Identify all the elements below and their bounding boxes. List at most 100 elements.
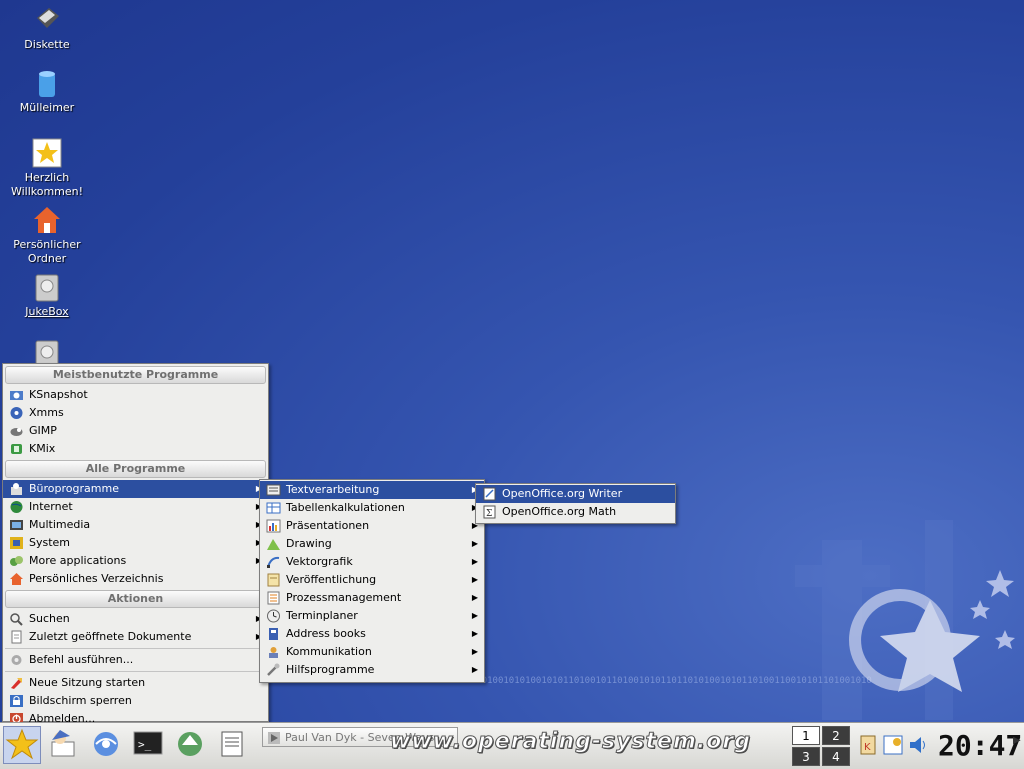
menu-item-kmix[interactable]: KMix [3,440,268,458]
menu-item-terminplaner[interactable]: Terminplaner ▶ [260,607,484,625]
submenu-arrow-icon: ▶ [471,539,478,548]
menu-item-kommunikation[interactable]: Kommunikation ▶ [260,643,484,661]
menu-item-search[interactable]: Suchen ▶ [3,610,268,628]
menu-item-label: System [29,536,71,549]
menu-separator [5,671,266,672]
terminal-launcher[interactable]: >_ [130,726,168,764]
menu-item-veroeffentlichung[interactable]: Veröffentlichung ▶ [260,571,484,589]
klipper-tray-icon[interactable]: K [858,733,878,757]
home-icon [10,573,23,585]
menu-item-label: Textverarbeitung [286,483,380,496]
utilities-icon [267,663,280,676]
pager-desktop-1[interactable]: 1 [792,726,820,745]
menu-item-label: Prozessmanagement [286,591,402,604]
desktop-icon-welcome[interactable]: Herzlich Willkommen! [5,137,89,199]
writer-launcher[interactable] [214,726,252,764]
volume-tray-icon[interactable] [908,733,928,757]
menu-item-label: Persönliches Verzeichnis [29,572,164,585]
menu-item-recent-documents[interactable]: Zuletzt geöffnete Dokumente ▶ [3,628,268,646]
taskbar: >_ Paul Van Dyk - Seven Ways www.operati… [0,722,1024,769]
publishing-icon [267,573,280,587]
svg-text:K: K [864,742,871,753]
menu-item-label: Internet [29,500,73,513]
menu-item-system[interactable]: System ▶ [3,534,268,552]
kde-help-icon [51,730,75,757]
menu-item-xmms[interactable]: Xmms [3,404,268,422]
welcome-star-icon [32,138,62,168]
process-icon [267,591,280,605]
menu-item-praesentationen[interactable]: Präsentationen ▶ [260,517,484,535]
clock[interactable]: 20:47 [938,727,1022,765]
menu-item-drawing[interactable]: Drawing ▶ [260,535,484,553]
menu-item-more-applications[interactable]: More applications ▶ [3,552,268,570]
menu-item-openoffice-math[interactable]: Σ OpenOffice.org Math [476,503,675,521]
menu-item-prozessmanagement[interactable]: Prozessmanagement ▶ [260,589,484,607]
k-menu-star-icon [5,728,39,760]
menu-item-label: Zuletzt geöffnete Dokumente [29,630,192,643]
kget-icon [178,732,202,756]
menu-item-lock-screen[interactable]: Bildschirm sperren [3,692,268,710]
konqueror-icon [94,732,118,756]
submenu-arrow-icon: ▶ [471,629,478,638]
menu-item-tabellenkalkulationen[interactable]: Tabellenkalkulationen ▶ [260,499,484,517]
pager-desktop-3[interactable]: 3 [792,747,820,766]
menu-item-label: OpenOffice.org Math [502,505,617,518]
k-menu-button[interactable] [3,726,41,764]
xmms-icon [10,407,23,419]
menu-item-label: KMix [29,442,56,455]
writer-icon [221,731,243,757]
new-session-icon [11,678,22,689]
text-submenu: OpenOffice.org Writer Σ OpenOffice.org M… [475,483,676,524]
menu-item-new-session[interactable]: Neue Sitzung starten [3,674,268,692]
menu-item-label: Bildschirm sperren [29,694,132,707]
desktop-pager: 1 2 3 4 [792,726,850,766]
menu-item-internet[interactable]: Internet ▶ [3,498,268,516]
section-actions: Aktionen [5,590,266,608]
submenu-arrow-icon: ▶ [471,575,478,584]
menu-item-gimp[interactable]: GIMP [3,422,268,440]
desktop-icon-jukebox[interactable]: JukeBox [5,271,89,319]
submenu-arrow-icon: ▶ [471,611,478,620]
menu-item-personal-folder[interactable]: Persönliches Verzeichnis [3,570,268,588]
pager-desktop-4[interactable]: 4 [822,747,850,766]
menu-item-label: Neue Sitzung starten [29,676,146,689]
desktop-icon-trash[interactable]: Mülleimer [5,67,89,115]
menu-item-address-books[interactable]: Address books ▶ [260,625,484,643]
word-processor-icon [266,484,281,496]
panel-hide-arrow-icon[interactable]: ▶ [1013,735,1021,746]
menu-item-vektorgrafik[interactable]: Vektorgrafik ▶ [260,553,484,571]
terminal-icon: >_ [133,731,163,755]
desktop-icon-diskette[interactable]: Diskette [5,4,89,52]
menu-item-bueroprogramme[interactable]: Büroprogramme ▶ [3,480,268,498]
submenu-arrow-icon: ▶ [471,665,478,674]
harddisk-icon [35,274,59,302]
menu-item-openoffice-writer[interactable]: OpenOffice.org Writer [476,485,675,503]
svg-text:>_: >_ [138,738,152,751]
section-most-used: Meistbenutzte Programme [5,366,266,384]
pager-desktop-2[interactable]: 2 [822,726,850,745]
math-icon: Σ [483,505,496,519]
menu-item-label: Drawing [286,537,332,550]
desktop-icon-label: Herzlich Willkommen! [10,171,84,198]
desktop-icon-home[interactable]: Persönlicher Ordner [5,204,89,266]
menu-item-label: Multimedia [29,518,91,531]
k-menu: Meistbenutzte Programme KSnapshot Xmms G… [2,363,269,725]
menu-item-label: Address books [286,627,366,640]
section-all-programs: Alle Programme [5,460,266,478]
konqueror-launcher[interactable] [88,726,126,764]
recent-docs-icon [11,630,22,644]
menu-item-label: Terminplaner [286,609,358,622]
mixer-icon [11,444,22,454]
globe-icon [10,501,23,513]
submenu-arrow-icon: ▶ [471,557,478,566]
menu-item-ksnapshot[interactable]: KSnapshot [3,386,268,404]
menu-item-label: Befehl ausführen... [29,653,134,666]
menu-item-run-command[interactable]: Befehl ausführen... [3,651,268,669]
kget-launcher[interactable] [172,726,210,764]
help-launcher[interactable] [44,726,82,764]
update-tray-icon[interactable] [882,733,906,757]
menu-item-hilfsprogramme[interactable]: Hilfsprogramme ▶ [260,661,484,679]
menu-item-textverarbeitung[interactable]: Textverarbeitung ▶ [260,481,484,499]
menu-item-multimedia[interactable]: Multimedia ▶ [3,516,268,534]
drawing-icon [267,539,280,550]
